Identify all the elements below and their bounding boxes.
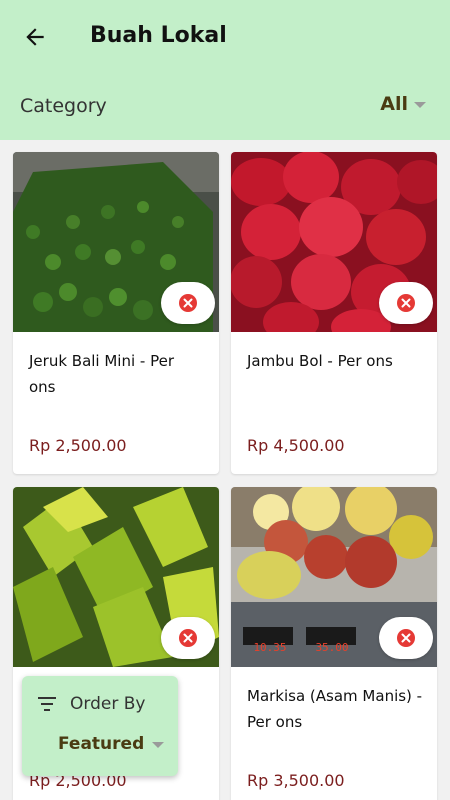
product-card[interactable]: Jambu Bol - Per ons Rp 4,500.00: [231, 152, 437, 474]
remove-button[interactable]: [161, 617, 215, 659]
remove-circle-icon: [397, 294, 415, 312]
order-by-header: Order By: [38, 692, 145, 716]
product-name: Jeruk Bali Mini - Per ons: [29, 352, 175, 396]
remove-circle-icon: [179, 294, 197, 312]
scale-display-right: 35.00: [315, 641, 349, 654]
back-button[interactable]: [18, 20, 52, 54]
order-by-dropdown[interactable]: Featured: [58, 732, 165, 756]
category-dropdown[interactable]: All: [380, 90, 426, 118]
order-by-value: Featured: [58, 734, 145, 754]
remove-button[interactable]: [379, 617, 433, 659]
product-card[interactable]: Jeruk Bali Mini - Per ons Rp 2,500.00: [13, 152, 219, 474]
product-image: [13, 487, 219, 667]
product-price: Rp 4,500.00: [247, 436, 345, 455]
caret-down-icon: [414, 102, 426, 108]
arrow-left-icon: [26, 28, 44, 46]
category-value: All: [380, 93, 408, 115]
page-title: Buah Lokal: [90, 23, 227, 48]
product-name: Jambu Bol - Per ons: [247, 352, 393, 370]
remove-button[interactable]: [161, 282, 215, 324]
product-price: Rp 2,500.00: [29, 436, 127, 455]
scale-display-left: 10.35: [253, 641, 287, 654]
order-by-panel[interactable]: Order By Featured: [22, 676, 178, 776]
caret-down-icon: [152, 742, 165, 748]
product-image: [231, 152, 437, 332]
remove-circle-icon: [179, 629, 197, 647]
sort-icon: [38, 697, 56, 711]
remove-circle-icon: [397, 629, 415, 647]
order-by-label: Order By: [70, 694, 146, 714]
product-name: Markisa (Asam Manis) - Per ons: [247, 687, 423, 731]
remove-button[interactable]: [379, 282, 433, 324]
product-price: Rp 3,500.00: [247, 771, 345, 790]
product-image: [13, 152, 219, 332]
category-label: Category: [20, 95, 107, 117]
app-bar: Buah Lokal Category All: [0, 0, 450, 140]
